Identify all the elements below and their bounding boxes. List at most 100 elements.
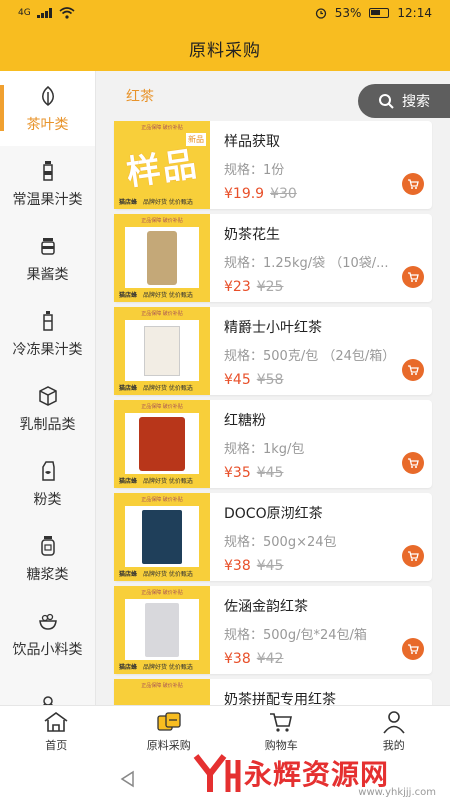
add-to-cart-button[interactable] <box>402 638 424 660</box>
thumb-banner-bottom: 猫店蜂 品牌好货 优价甄选 <box>116 660 208 672</box>
product-panel: 红茶 搜索 正品保障 破价补贴 样品 新品 猫店蜂 品牌好货 优价甄选 样品获取 … <box>96 71 450 705</box>
product-info: 样品获取 规格：1份 ¥19.9 ¥30 <box>210 121 432 209</box>
thumb-logo: 猫店蜂 <box>119 570 138 578</box>
category-sidebar: 茶叶类 常温果汁类 果酱类 冷冻果汁类 乳制品类 粉类 糖浆类 饮品小料类 <box>0 71 96 705</box>
cart-icon <box>408 644 419 654</box>
product-image: 正品保障 破价补贴 猫店蜂 品牌好货 优价甄选 <box>114 493 210 581</box>
thumb-logo: 猫店蜂 <box>119 477 138 485</box>
thumb-logo: 猫店蜂 <box>119 291 138 299</box>
product-image: 正品保障 破价补贴 猫店蜂 品牌好货 优价甄选 <box>114 307 210 395</box>
product-image: 正品保障 破价补贴 猫店蜂 品牌好货 优价甄选 <box>114 214 210 302</box>
product-spec: 规格：500g/包*24包/箱 <box>224 628 367 643</box>
add-to-cart-button[interactable] <box>402 452 424 474</box>
product-spec: 规格：1份 <box>224 163 285 178</box>
thumb-banner-top: 正品保障 破价补贴 <box>116 681 208 690</box>
product-name: 佐涵金韵红茶 <box>224 599 308 615</box>
search-label: 搜索 <box>402 94 430 110</box>
signal-icon <box>36 8 52 18</box>
thumb-banner-bottom: 猫店蜂 品牌好货 优价甄选 <box>116 195 208 207</box>
product-image: 正品保障 破价补贴 猫店蜂 品牌好货 优价甄选 <box>114 586 210 674</box>
thumb-banner-top: 正品保障 破价补贴 <box>116 123 208 132</box>
bottle-icon <box>42 160 53 181</box>
wifi-icon <box>59 7 75 19</box>
thumb-banner-bottom: 猫店蜂 品牌好货 优价甄选 <box>116 288 208 300</box>
tab-home[interactable]: 首页 <box>0 706 113 757</box>
search-icon <box>379 94 394 109</box>
tab-label: 原料采购 <box>146 739 191 752</box>
product-old-price: ¥45 <box>256 558 284 574</box>
thumb-banner-bottom: 猫店蜂 品牌好货 优价甄选 <box>116 567 208 579</box>
sidebar-item-ambient-juice[interactable]: 常温果汁类 <box>0 146 95 221</box>
page-header: 原料采购 <box>0 26 450 71</box>
thumb-logo: 猫店蜂 <box>119 663 138 671</box>
thumb-banner-top: 正品保障 破价补贴 <box>116 402 208 411</box>
sidebar-item-label: 茶叶类 <box>26 116 69 133</box>
product-name: 红糖粉 <box>224 413 266 429</box>
sidebar-item-jam[interactable]: 果酱类 <box>0 221 95 296</box>
box-icon <box>38 385 57 406</box>
product-card[interactable]: 正品保障 破价补贴 奶茶拼配专用红茶 <box>114 679 432 705</box>
product-old-price: ¥30 <box>270 186 297 202</box>
cart-icon <box>408 551 419 561</box>
sidebar-item-label: 果酱类 <box>26 266 69 283</box>
sidebar-item-toppings[interactable]: 饮品小料类 <box>0 596 95 671</box>
sidebar-item-label: 粉类 <box>33 491 62 508</box>
product-image: 正品保障 破价补贴 猫店蜂 品牌好货 优价甄选 <box>114 400 210 488</box>
cart-icon <box>408 272 419 282</box>
product-price: ¥38 <box>224 651 251 667</box>
thumb-banner-bottom-text: 品牌好货 优价甄选 <box>143 384 193 392</box>
syrup-jar-icon <box>40 535 55 556</box>
search-button[interactable]: 搜索 <box>358 84 450 118</box>
product-price: ¥19.9 <box>224 186 265 202</box>
sidebar-item-label: 乳制品类 <box>19 416 76 433</box>
add-to-cart-button[interactable] <box>402 266 424 288</box>
sidebar-item-dairy[interactable]: 乳制品类 <box>0 371 95 446</box>
product-name: 奶茶花生 <box>224 227 280 243</box>
jar-icon <box>40 237 55 255</box>
product-card[interactable]: 正品保障 破价补贴 猫店蜂 品牌好货 优价甄选 DOCO原沏红茶 规格：500g×… <box>114 493 432 581</box>
sidebar-item-tea[interactable]: 茶叶类 <box>0 71 95 146</box>
product-card[interactable]: 正品保障 破价补贴 猫店蜂 品牌好货 优价甄选 红糖粉 规格：1kg/包 ¥35 ¥… <box>114 400 432 488</box>
product-info: DOCO原沏红茶 规格：500g×24包 ¥38 ¥45 <box>210 493 432 581</box>
thumb-banner-bottom: 猫店蜂 品牌好货 优价甄选 <box>116 381 208 393</box>
product-card[interactable]: 正品保障 破价补贴 猫店蜂 品牌好货 优价甄选 奶茶花生 规格：1.25kg/袋 … <box>114 214 432 302</box>
product-info: 佐涵金韵红茶 规格：500g/包*24包/箱 ¥38 ¥42 <box>210 586 432 674</box>
product-spec: 规格：1.25kg/袋 （10袋/... <box>224 256 389 271</box>
thumb-banner-bottom-text: 品牌好货 优价甄选 <box>143 291 193 299</box>
watermark-logo <box>193 753 241 792</box>
product-name: DOCO原沏红茶 <box>224 506 323 522</box>
product-card[interactable]: 正品保障 破价补贴 样品 新品 猫店蜂 品牌好货 优价甄选 样品获取 规格：1份 … <box>114 121 432 209</box>
bowl-icon <box>38 613 57 630</box>
cart-icon <box>408 365 419 375</box>
product-name: 精爵士小叶红茶 <box>224 320 322 336</box>
sidebar-item-syrup[interactable]: 糖浆类 <box>0 521 95 596</box>
product-spec: 规格：1kg/包 <box>224 442 305 457</box>
product-price: ¥38 <box>224 558 251 574</box>
watermark-url: www.yhkjjj.com <box>358 787 436 798</box>
thumb-banner-bottom-text: 品牌好货 优价甄选 <box>143 570 193 578</box>
back-icon[interactable] <box>118 769 138 789</box>
cart-icon <box>408 179 419 189</box>
sidebar-item-frozen-juice[interactable]: 冷冻果汁类 <box>0 296 95 371</box>
product-card[interactable]: 正品保障 破价补贴 猫店蜂 品牌好货 优价甄选 佐涵金韵红茶 规格：500g/包*… <box>114 586 432 674</box>
cart-icon <box>408 458 419 468</box>
product-card[interactable]: 正品保障 破价补贴 猫店蜂 品牌好货 优价甄选 精爵士小叶红茶 规格：500克/包… <box>114 307 432 395</box>
add-to-cart-button[interactable] <box>402 359 424 381</box>
status-bar: 4G 53% 12:14 <box>0 0 450 26</box>
sidebar-item-ice-cream[interactable] <box>0 671 95 705</box>
product-info: 奶茶拼配专用红茶 <box>210 679 432 705</box>
product-info: 红糖粉 规格：1kg/包 ¥35 ¥45 <box>210 400 432 488</box>
sidebar-item-label: 冷冻果汁类 <box>12 341 83 358</box>
add-to-cart-button[interactable] <box>402 545 424 567</box>
battery-percent: 53% <box>334 6 362 20</box>
thumb-banner-bottom-text: 品牌好货 优价甄选 <box>143 477 193 485</box>
thumb-banner-top: 正品保障 破价补贴 <box>116 588 208 597</box>
product-list: 正品保障 破价补贴 样品 新品 猫店蜂 品牌好货 优价甄选 样品获取 规格：1份 … <box>96 121 450 705</box>
add-to-cart-button[interactable] <box>402 173 424 195</box>
product-info: 精爵士小叶红茶 规格：500克/包 （24包/箱） ¥45 ¥58 <box>210 307 432 395</box>
thumb-banner-bottom-text: 品牌好货 优价甄选 <box>143 198 193 206</box>
sidebar-item-label: 糖浆类 <box>26 566 69 583</box>
sidebar-item-label: 常温果汁类 <box>12 191 83 208</box>
product-old-price: ¥25 <box>256 279 284 295</box>
sidebar-item-powder[interactable]: 粉类 <box>0 446 95 521</box>
